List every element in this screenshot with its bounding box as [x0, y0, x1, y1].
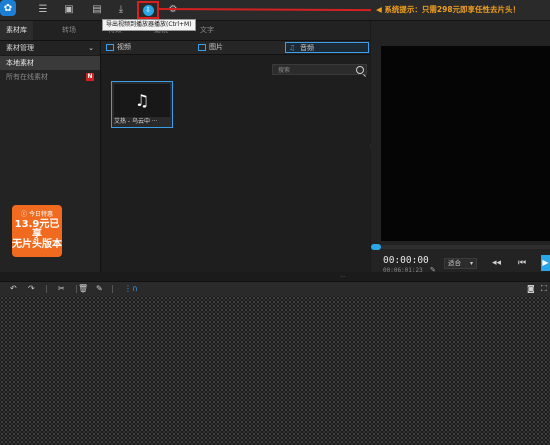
cut-icon[interactable]: ✂ [58, 284, 65, 294]
sidebar-item-local[interactable]: 本地素材 [0, 56, 100, 70]
clip-caption: 艾热 - 乌云中 ··· [114, 118, 158, 125]
playback-progress-bar[interactable] [371, 245, 550, 249]
export-tooltip: 导出视频到播放器播放(Ctrl+M) [102, 19, 196, 31]
search-input[interactable]: 搜索 [272, 64, 367, 75]
magnet-snap-icon[interactable]: ⋮∩ [124, 284, 138, 294]
system-notice[interactable]: ◀ 系统提示：只需298元即享任性去片头！ [376, 4, 520, 15]
tab-image[interactable]: 图片 [195, 42, 283, 53]
media-panel: 视频 图片 ♫ 音频 搜索 ♫ 艾热 - 乌云中 ··· [101, 41, 370, 272]
timeline-toolbar: ↶ ↷ ✂ 🗑 ✎ ⋮∩ ◙ ⛶ [0, 281, 550, 297]
speaker-icon: ◀ [376, 5, 382, 14]
sidebar-item-online[interactable]: 所有在线素材 N [0, 70, 100, 84]
redo-icon[interactable]: ↷ [28, 284, 35, 294]
image-icon [198, 44, 206, 51]
tab-video[interactable]: 视频 [103, 42, 193, 53]
chevron-down-icon: ⌄ [88, 44, 94, 52]
step-back-icon[interactable]: ◂◂ [492, 258, 501, 268]
snapshot-icon[interactable]: ◙ [527, 284, 535, 294]
menu-icon[interactable]: ☰ [36, 3, 50, 17]
tab-transitions[interactable]: 转场 [62, 21, 76, 40]
download-icon[interactable]: ⤓ [114, 3, 128, 17]
horizontal-splitter-grip[interactable]: ··· [340, 275, 360, 281]
divider [46, 285, 47, 293]
delete-icon[interactable]: 🗑 [78, 284, 88, 294]
video-preview [381, 46, 550, 241]
current-time: 00:00:00 [383, 255, 429, 266]
edit-clip-icon[interactable]: ✎ [96, 284, 103, 294]
save-icon[interactable]: ▣ [62, 3, 76, 17]
fullscreen-icon[interactable]: ⛶ [541, 284, 547, 294]
tab-text[interactable]: 文字 [200, 21, 214, 40]
edit-icon[interactable]: ✎ [430, 266, 436, 274]
tab-audio[interactable]: ♫ 音频 [285, 42, 369, 53]
previous-frame-icon[interactable]: ⏮ [518, 258, 526, 268]
promo-banner[interactable]: ⓒ 今日特惠 13.9元已享 无片头版本 [12, 205, 62, 257]
chevron-down-icon: ▾ [469, 260, 473, 267]
progress-handle[interactable] [371, 244, 381, 250]
open-project-icon[interactable]: ▤ [90, 3, 104, 17]
export-icon: ⇩ [142, 4, 154, 16]
video-icon [106, 44, 114, 51]
audio-clip-card[interactable]: ♫ 艾热 - 乌云中 ··· [111, 81, 173, 128]
timeline-area[interactable] [0, 296, 550, 445]
search-icon[interactable] [356, 66, 364, 74]
tab-library[interactable]: 素材库 [0, 21, 33, 40]
play-button[interactable]: ▶ [541, 255, 550, 271]
total-time: 00:06:01:23 [383, 267, 423, 274]
media-type-tabs: 视频 图片 ♫ 音频 [101, 41, 370, 55]
new-badge: N [86, 73, 94, 81]
app-logo-icon: ✿ [0, 0, 16, 16]
music-note-icon: ♫ [114, 84, 170, 117]
divider [76, 285, 77, 293]
export-to-player-button[interactable]: ⇩ [137, 1, 159, 19]
divider [112, 285, 113, 293]
music-note-icon: ♫ [289, 44, 296, 52]
fit-mode-select[interactable]: 适合 ▾ [444, 258, 477, 269]
undo-icon[interactable]: ↶ [10, 284, 17, 294]
material-manage-header[interactable]: 素材管理 ⌄ [0, 41, 100, 56]
